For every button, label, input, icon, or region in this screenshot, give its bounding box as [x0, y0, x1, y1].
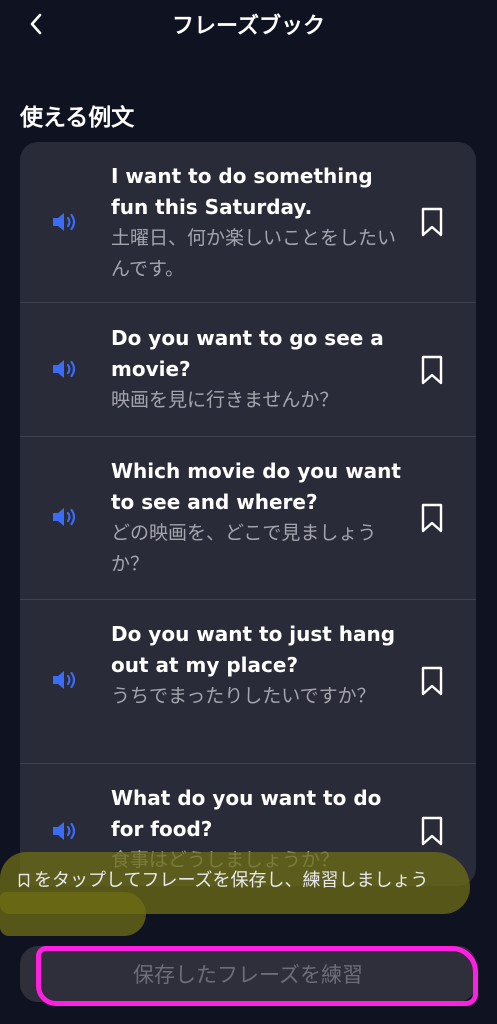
phrase-english: Which movie do you want to see and where…: [111, 459, 401, 514]
header: フレーズブック: [0, 0, 497, 52]
phrase-english: Do you want to just hang out at my place…: [111, 622, 396, 677]
phrase-japanese: うちでまったりしたいですか？: [111, 685, 376, 707]
hint-label: をタップしてフレーズを保存し、練習しましょう: [34, 870, 429, 891]
speaker-icon[interactable]: [50, 818, 80, 844]
bookmark-icon: [18, 873, 30, 888]
phrase-row: Do you want to just hang out at my place…: [20, 599, 476, 764]
phrase-japanese: 土曜日、何か楽しいことをしたいんです。: [111, 227, 397, 280]
practice-saved-phrases-button[interactable]: 保存したフレーズを練習: [20, 946, 476, 1002]
phrase-text: Which movie do you want to see and where…: [111, 456, 401, 580]
phrase-text: Do you want to go see a movie? 映画を見に行きませ…: [111, 323, 401, 416]
speaker-icon[interactable]: [50, 356, 80, 382]
bookmark-icon[interactable]: [418, 665, 446, 697]
bookmark-icon[interactable]: [418, 354, 446, 386]
practice-button-label: 保存したフレーズを練習: [133, 963, 363, 987]
phrase-text: Do you want to just hang out at my place…: [111, 619, 401, 712]
speaker-icon[interactable]: [50, 667, 80, 693]
phrasebook-screen: フレーズブック 使える例文 I want to do something fun…: [0, 0, 497, 1024]
phrase-english: Do you want to go see a movie?: [111, 326, 384, 381]
speaker-icon[interactable]: [50, 504, 80, 530]
bookmark-icon[interactable]: [418, 502, 446, 534]
phrase-japanese: 映画を見に行きませんか？: [111, 389, 339, 411]
phrase-english: I want to do something fun this Saturday…: [111, 164, 373, 219]
section-title: 使える例文: [20, 105, 135, 131]
highlight-annotation: [0, 892, 146, 936]
hint-text: をタップしてフレーズを保存し、練習しましょう: [18, 866, 478, 896]
page-title: フレーズブック: [172, 14, 325, 39]
phrase-japanese: どの映画を、どこで見ましょうか？: [111, 522, 377, 575]
speaker-icon[interactable]: [50, 209, 80, 235]
bookmark-icon[interactable]: [418, 206, 446, 238]
phrase-text: I want to do something fun this Saturday…: [111, 161, 401, 285]
phrase-row: Do you want to go see a movie? 映画を見に行きませ…: [20, 302, 476, 437]
bookmark-icon[interactable]: [418, 815, 446, 847]
phrase-row: Which movie do you want to see and where…: [20, 436, 476, 600]
phrase-list: I want to do something fun this Saturday…: [20, 142, 476, 886]
phrase-row: I want to do something fun this Saturday…: [20, 142, 476, 303]
phrase-english: What do you want to do for food?: [111, 786, 382, 841]
